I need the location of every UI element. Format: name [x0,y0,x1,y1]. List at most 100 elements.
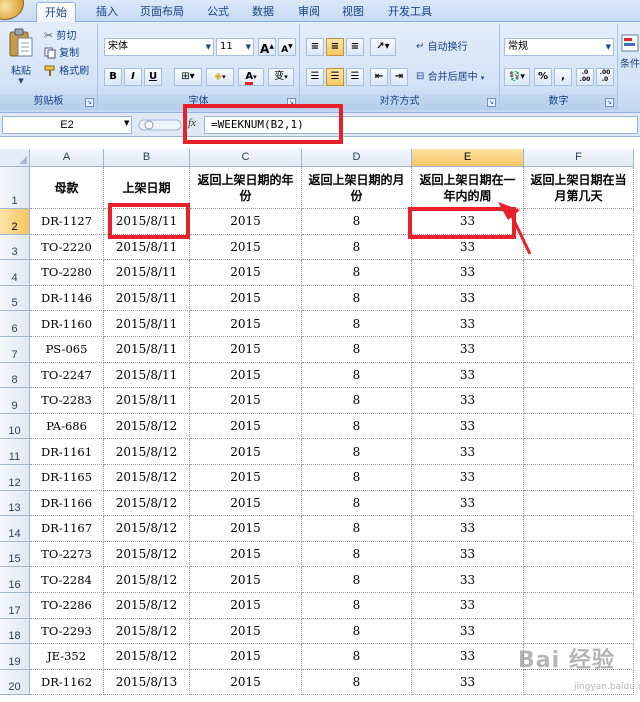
cell-e6[interactable]: 33 [412,311,524,337]
tab-formulas[interactable]: 公式 [199,2,237,22]
align-right-button[interactable]: ☰ [346,68,364,86]
tab-home[interactable]: 开始 [36,2,76,22]
row-header-14[interactable]: 14 [0,516,30,542]
column-header-b[interactable]: B [104,149,190,167]
row-header-3[interactable]: 3 [0,234,30,261]
bold-button[interactable]: B [104,68,122,86]
cell-b11[interactable]: 2015/8/12 [104,439,190,465]
row-header-13[interactable]: 13 [0,490,30,517]
format-painter-button[interactable]: 格式刷 [44,63,89,81]
cell-a5[interactable]: DR-1146 [30,285,104,312]
cell-e11[interactable]: 33 [412,439,524,465]
cell-f9[interactable] [524,388,634,414]
cell-d10[interactable]: 8 [302,413,412,440]
column-header-a[interactable]: A [30,149,104,167]
cell-b15[interactable]: 2015/8/12 [104,541,190,568]
number-format-select[interactable]: 常规 ▼ [504,38,614,56]
row-header-18[interactable]: 18 [0,618,30,645]
cell-a4[interactable]: TO-2280 [30,260,104,286]
cell-d5[interactable]: 8 [302,285,412,312]
align-left-button[interactable]: ☰ [306,68,324,86]
tab-view[interactable]: 视图 [334,2,372,22]
row-header-15[interactable]: 15 [0,541,30,568]
cell-c4[interactable]: 2015 [190,260,302,286]
cell-e13[interactable]: 33 [412,490,524,517]
cell-a13[interactable]: DR-1166 [30,490,104,517]
header-cell-c[interactable]: 返回上架日期的年份 [190,167,302,209]
name-box-arrow-icon[interactable]: ▼ [124,119,129,127]
row-header-6[interactable]: 6 [0,311,30,337]
zoom-slider-icon[interactable] [138,118,182,132]
tab-developer[interactable]: 开发工具 [380,2,440,22]
cell-a12[interactable]: DR-1165 [30,465,104,491]
cell-e17[interactable]: 33 [412,593,524,619]
cell-d7[interactable]: 8 [302,337,412,363]
cell-b14[interactable]: 2015/8/12 [104,516,190,542]
cell-d9[interactable]: 8 [302,388,412,414]
cell-f2[interactable] [524,209,634,235]
office-button[interactable] [0,0,24,20]
row-header-2[interactable]: 2 [0,209,30,235]
clipboard-launcher-icon[interactable]: ↘ [85,98,94,107]
cell-c3[interactable]: 2015 [190,234,302,261]
cell-d3[interactable]: 8 [302,234,412,261]
cell-d19[interactable]: 8 [302,644,412,670]
wrap-text-button[interactable]: ↵ 自动换行 [416,38,468,56]
cell-e16[interactable]: 33 [412,567,524,593]
comma-button[interactable]: , [554,68,572,86]
row-header-20[interactable]: 20 [0,669,30,696]
tab-review[interactable]: 审阅 [290,2,328,22]
cell-c5[interactable]: 2015 [190,285,302,312]
row-header-1[interactable]: 1 [0,167,30,209]
cell-c7[interactable]: 2015 [190,337,302,363]
cell-f13[interactable] [524,490,634,517]
cell-c17[interactable]: 2015 [190,593,302,619]
cell-a11[interactable]: DR-1161 [30,439,104,465]
cell-f4[interactable] [524,260,634,286]
cell-b18[interactable]: 2015/8/12 [104,618,190,645]
align-middle-button[interactable]: ≡ [326,38,344,56]
cell-b9[interactable]: 2015/8/11 [104,388,190,414]
font-color-button[interactable]: A▾ [238,68,264,86]
row-header-4[interactable]: 4 [0,260,30,286]
cell-f3[interactable] [524,234,634,261]
cell-e5[interactable]: 33 [412,285,524,312]
cell-e7[interactable]: 33 [412,337,524,363]
column-header-c[interactable]: C [190,149,302,167]
cell-d14[interactable]: 8 [302,516,412,542]
cell-d13[interactable]: 8 [302,490,412,517]
cell-a14[interactable]: DR-1167 [30,516,104,542]
percent-button[interactable]: % [534,68,552,86]
row-header-17[interactable]: 17 [0,593,30,619]
cell-e15[interactable]: 33 [412,541,524,568]
align-top-button[interactable]: ≡ [306,38,324,56]
paste-dropdown-icon[interactable]: ▼ [6,77,36,85]
decrease-indent-button[interactable]: ⇤ [370,68,388,86]
cell-d16[interactable]: 8 [302,567,412,593]
accounting-format-button[interactable]: 💱▾ [504,68,530,86]
select-all-corner[interactable] [0,149,30,167]
cell-b20[interactable]: 2015/8/13 [104,669,190,696]
cell-a15[interactable]: TO-2273 [30,541,104,568]
alignment-launcher-icon[interactable]: ↘ [487,98,496,107]
cell-c9[interactable]: 2015 [190,388,302,414]
number-launcher-icon[interactable]: ↘ [605,98,614,107]
row-header-9[interactable]: 9 [0,388,30,414]
cell-a20[interactable]: DR-1162 [30,669,104,696]
cell-a7[interactable]: PS-065 [30,337,104,363]
cell-d18[interactable]: 8 [302,618,412,645]
cell-a17[interactable]: TO-2286 [30,593,104,619]
cell-c20[interactable]: 2015 [190,669,302,696]
font-size-select[interactable]: 11 ▼ [216,38,254,56]
header-cell-a[interactable]: 母款 [30,167,104,209]
cell-c14[interactable]: 2015 [190,516,302,542]
cell-e18[interactable]: 33 [412,618,524,645]
header-cell-f[interactable]: 返回上架日期在当月第几天 [524,167,634,209]
cell-d6[interactable]: 8 [302,311,412,337]
increase-indent-button[interactable]: ⇥ [390,68,408,86]
row-header-7[interactable]: 7 [0,337,30,363]
cell-d17[interactable]: 8 [302,593,412,619]
paste-button[interactable]: 粘贴 ▼ [6,28,36,85]
cell-d2[interactable]: 8 [302,209,412,235]
cell-c13[interactable]: 2015 [190,490,302,517]
